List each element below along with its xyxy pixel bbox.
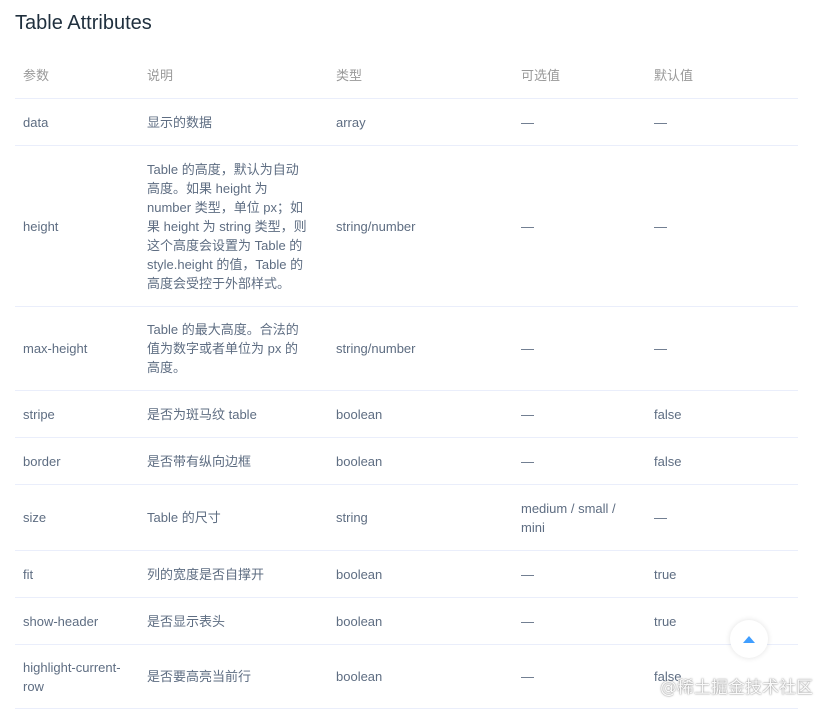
cell-default: — <box>646 306 798 391</box>
cell-default: true <box>646 550 798 598</box>
table-row: max-height Table 的最大高度。合法的值为数字或者单位为 px 的… <box>15 306 798 391</box>
description-text: 是否显示表头 <box>147 613 226 629</box>
cell-default: — <box>646 484 798 551</box>
description-text: 是否要高亮当前行 <box>147 669 252 684</box>
description-text: Table 的最大高度。合法的值为数字或者单位为 px 的高度。 <box>147 322 299 375</box>
cell-options: — <box>513 306 646 391</box>
cell-default: false <box>646 437 798 485</box>
cell-param: height <box>15 145 139 307</box>
header-default: 默认值 <box>646 52 798 99</box>
description-text: 是否为斑马纹 table <box>147 406 257 422</box>
cell-description: 显示的数据 <box>139 98 328 146</box>
cell-type: boolean <box>328 437 513 485</box>
cell-description: Table 的最大高度。合法的值为数字或者单位为 px 的高度。 <box>139 306 328 391</box>
cell-type: array <box>328 98 513 146</box>
header-type: 类型 <box>328 52 513 99</box>
cell-param: show-header <box>15 597 139 645</box>
table-header-row: 参数 说明 类型 可选值 默认值 <box>15 52 798 99</box>
cell-description: 是否显示表头 <box>139 597 328 645</box>
cell-type: boolean <box>328 644 513 709</box>
cell-type: string <box>328 484 513 551</box>
cell-param: highlight-current-row <box>15 644 139 709</box>
cell-options: — <box>513 597 646 645</box>
description-text: Table 的尺寸 <box>147 510 221 525</box>
cell-options: — <box>513 550 646 598</box>
table-row: size Table 的尺寸 string medium / small / m… <box>15 484 798 551</box>
description-text: Table 的高度，默认为自动高度。如果 height 为 number 类型，… <box>147 161 307 291</box>
header-options: 可选值 <box>513 52 646 99</box>
cell-type: string/number <box>328 306 513 391</box>
cell-type: string/number <box>328 145 513 307</box>
table-row: height Table 的高度，默认为自动高度。如果 height 为 num… <box>15 145 798 307</box>
cell-default: true <box>646 597 798 645</box>
options-text: medium / small / mini <box>521 500 616 535</box>
cell-default: — <box>646 98 798 146</box>
param-text: highlight-current-row <box>23 659 121 694</box>
cell-description: Table 的尺寸 <box>139 484 328 551</box>
cell-type: boolean <box>328 597 513 645</box>
header-description: 说明 <box>139 52 328 99</box>
cell-type: boolean <box>328 550 513 598</box>
watermark: @稀土掘金技术社区 <box>660 678 813 698</box>
table-row: border 是否带有纵向边框 boolean — false <box>15 437 798 485</box>
cell-description: 列的宽度是否自撑开 <box>139 550 328 598</box>
description-text: 列的宽度是否自撑开 <box>147 566 265 582</box>
cell-default: — <box>646 145 798 307</box>
table-row: fit 列的宽度是否自撑开 boolean — true <box>15 550 798 598</box>
table-row: show-header 是否显示表头 boolean — true <box>15 597 798 645</box>
cell-options: — <box>513 145 646 307</box>
attributes-table: 参数 说明 类型 可选值 默认值 data 显示的数据 array — — he… <box>15 52 798 709</box>
description-text: 是否带有纵向边框 <box>147 453 252 469</box>
cell-type: boolean <box>328 390 513 438</box>
back-to-top-button[interactable] <box>730 620 768 658</box>
cell-options: — <box>513 98 646 146</box>
cell-param: border <box>15 437 139 485</box>
cell-param: stripe <box>15 390 139 438</box>
cell-description: 是否带有纵向边框 <box>139 437 328 485</box>
cell-description: Table 的高度，默认为自动高度。如果 height 为 number 类型，… <box>139 145 328 307</box>
cell-default: false <box>646 390 798 438</box>
cell-options: medium / small / mini <box>513 484 646 551</box>
description-text: 显示的数据 <box>147 114 213 130</box>
cell-param: max-height <box>15 306 139 391</box>
table-row: stripe 是否为斑马纹 table boolean — false <box>15 390 798 438</box>
cell-options: — <box>513 390 646 438</box>
cell-description: 是否为斑马纹 table <box>139 390 328 438</box>
table-row: data 显示的数据 array — — <box>15 98 798 146</box>
cell-description: 是否要高亮当前行 <box>139 644 328 709</box>
cell-param: fit <box>15 550 139 598</box>
page-title: Table Attributes <box>15 12 152 34</box>
cell-param: size <box>15 484 139 551</box>
cell-options: — <box>513 644 646 709</box>
header-param: 参数 <box>15 52 139 99</box>
caret-up-icon <box>743 635 755 643</box>
cell-options: — <box>513 437 646 485</box>
cell-param: data <box>15 98 139 146</box>
